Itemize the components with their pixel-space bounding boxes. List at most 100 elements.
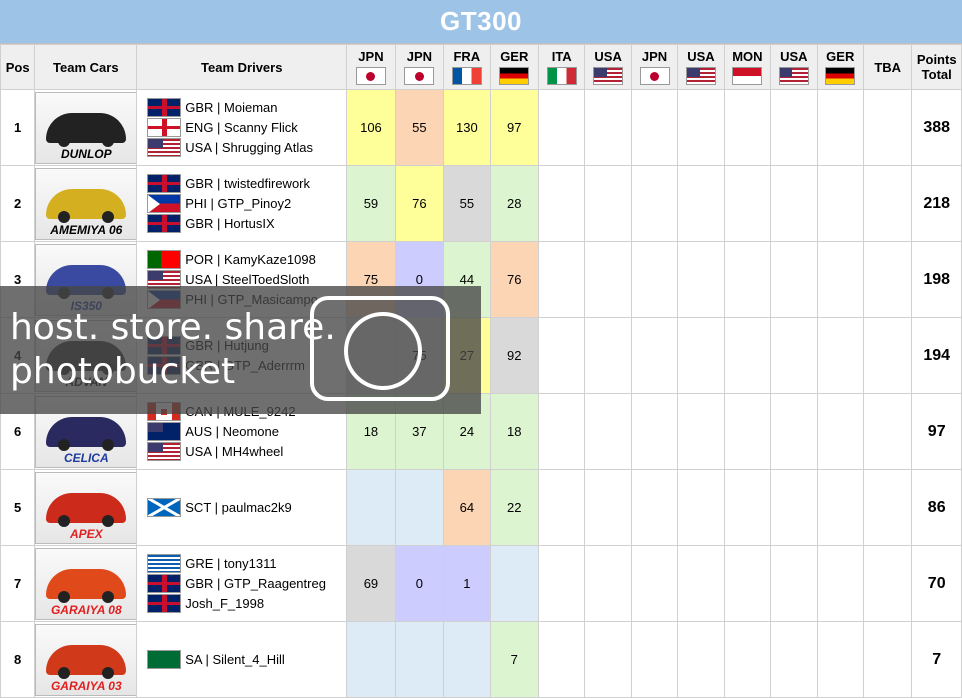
points-cell-empty <box>770 621 818 698</box>
points-cell: 27 <box>443 317 491 394</box>
points-cell-empty <box>770 393 818 470</box>
points-cell-empty <box>816 89 864 166</box>
race-car-icon <box>46 112 127 147</box>
race-label: JPN <box>641 49 668 64</box>
points-cell-empty <box>537 317 586 394</box>
car-cell: GARAIYA 08 <box>34 545 138 622</box>
phi-flag-icon <box>147 194 182 213</box>
driver-name: SA | Silent_4_Hill <box>185 652 285 667</box>
driver-name: USA | MH4wheel <box>185 444 284 459</box>
car-name: IS350 <box>70 298 102 313</box>
points-cell: 37 <box>394 393 445 470</box>
gbr-flag-icon <box>147 574 182 593</box>
race-car-icon <box>46 340 127 375</box>
points-cell <box>394 621 445 698</box>
car-image: DUNLOP <box>35 91 138 164</box>
table-row: 6 CELICA CAN | MULE_9242 AUS | Neomone USA |… <box>0 393 962 470</box>
total-points: 194 <box>911 317 962 394</box>
points-cell-empty <box>770 241 818 318</box>
tba-label: TBA <box>874 59 902 75</box>
car-name: GARAIYA 08 <box>50 602 122 617</box>
driver-entry: CAN | MULE_9242 <box>147 402 346 422</box>
table-row: 4 ADVAN GBR | Hutjung GBR | GTP_Aderrrm 75 27… <box>0 317 962 394</box>
points-cell <box>346 469 396 546</box>
header-race-2: JPN <box>394 44 445 90</box>
car-image: ADVAN <box>35 319 138 392</box>
header-tba: TBA <box>862 44 913 90</box>
points-cell-empty <box>677 241 725 318</box>
driver-entry: USA | SteelToedSloth <box>147 270 346 290</box>
header-race-10: USA <box>770 44 818 90</box>
points-cell-empty <box>677 621 725 698</box>
gbr-flag-icon <box>147 214 182 233</box>
car-image: CELICA <box>35 395 138 468</box>
points-cell-empty <box>770 545 818 622</box>
driver-name: USA | Shrugging Atlas <box>185 140 313 155</box>
drivers-cell: SA | Silent_4_Hill <box>136 621 348 698</box>
car-cell: AMEMIYA 06 <box>34 165 138 242</box>
header-race-8: USA <box>677 44 725 90</box>
drivers-cell: POR | KamyKaze1098 USA | SteelToedSloth PH… <box>136 241 348 318</box>
points-cell: 24 <box>443 393 491 470</box>
points-cell-empty <box>584 317 632 394</box>
points-cell-empty <box>584 89 632 166</box>
driver-entry: GBR | Moieman <box>147 98 346 118</box>
can-flag-icon <box>147 402 182 421</box>
points-cell-empty <box>630 89 679 166</box>
points-cell-empty <box>723 393 772 470</box>
tba-cell <box>862 241 913 318</box>
points-cell: 76 <box>489 241 540 318</box>
points-cell: 106 <box>346 89 396 166</box>
driver-entry: PHI | GTP_Pinoy2 <box>147 194 346 214</box>
points-cell: 76 <box>394 165 445 242</box>
gre-flag-icon <box>147 554 182 573</box>
points-cell-empty <box>816 621 864 698</box>
race-label: JPN <box>358 49 384 64</box>
gbr-flag-icon <box>147 98 182 117</box>
points-cell-empty <box>630 469 679 546</box>
driver-entry: GBR | Hutjung <box>147 336 346 356</box>
driver-entry: PHI | GTP_Masicampo <box>147 290 346 310</box>
points-cell-empty <box>677 317 725 394</box>
points-cell-empty <box>630 165 679 242</box>
driver-entry: GBR | GTP_Raagentreg <box>147 574 346 594</box>
race-label: USA <box>687 49 715 64</box>
points-cell-empty <box>537 545 586 622</box>
points-cell: 130 <box>443 89 491 166</box>
points-cell-empty <box>677 89 725 166</box>
driver-entry: GRE | tony1311 <box>147 554 346 574</box>
points-cell-empty <box>723 89 772 166</box>
points-cell-empty <box>584 545 632 622</box>
eng-flag-icon <box>147 118 182 137</box>
points-cell <box>443 621 491 698</box>
car-image: GARAIYA 03 <box>35 623 138 696</box>
points-cell-empty <box>816 317 864 394</box>
total-points: 97 <box>911 393 962 470</box>
race-label: GER <box>500 49 529 64</box>
driver-name: SCT | paulmac2k9 <box>185 500 292 515</box>
header-race-4: GER <box>489 44 540 90</box>
points-cell: 92 <box>489 317 540 394</box>
position-cell: 3 <box>0 241 36 318</box>
race-car-icon <box>46 644 127 679</box>
points-cell-empty <box>723 165 772 242</box>
tba-cell <box>862 469 913 546</box>
points-cell-empty <box>677 165 725 242</box>
car-name: DUNLOP <box>60 146 112 161</box>
table-row: 8 GARAIYA 03 SA | Silent_4_Hill 7 7 <box>0 621 962 698</box>
points-cell: 1 <box>443 545 491 622</box>
car-cell: CELICA <box>34 393 138 470</box>
points-cell: 0 <box>394 241 445 318</box>
position-cell: 6 <box>0 393 36 470</box>
driver-name: AUS | Neomone <box>185 424 279 439</box>
points-cell: 22 <box>489 469 540 546</box>
position-cell: 4 <box>0 317 36 394</box>
driver-entry: USA | Shrugging Atlas <box>147 138 346 158</box>
points-cell <box>346 621 396 698</box>
header-row: Pos Team Cars Team Drivers JPN JPN FRA GER I… <box>0 44 962 90</box>
race-car-icon <box>46 188 127 223</box>
header-cars: Team Cars <box>34 44 138 90</box>
usa-flag-icon <box>147 442 182 461</box>
driver-entry: GBR | GTP_Aderrrm <box>147 356 346 376</box>
points-cell-empty <box>584 469 632 546</box>
